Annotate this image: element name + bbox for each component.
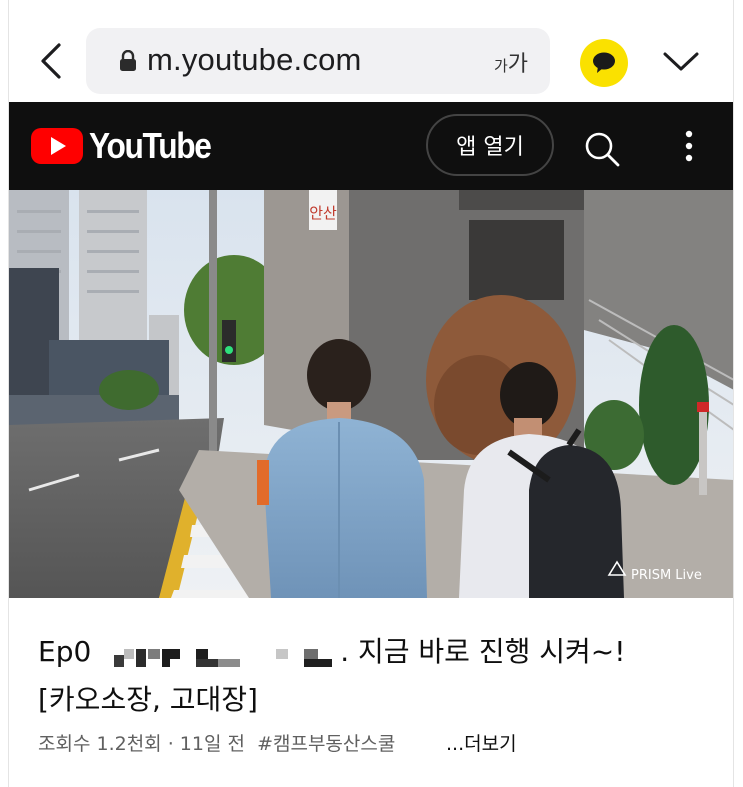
kakao-talk-icon <box>593 52 615 73</box>
title-prefix: Ep0 <box>38 635 92 668</box>
view-count: 조회수 1.2천회 <box>38 733 162 755</box>
shop-sign-text: 안산 <box>309 204 337 222</box>
address-bar[interactable]: m.youtube.com 가가 <box>86 28 550 94</box>
video-player[interactable]: 안산 PRISM Live <box>9 190 734 598</box>
browser-toolbar: m.youtube.com 가가 <box>9 0 734 102</box>
redacted-text <box>100 638 340 668</box>
video-thumbnail: 안산 PRISM Live <box>9 190 734 598</box>
search-icon[interactable] <box>582 129 622 169</box>
youtube-play-icon <box>31 128 83 164</box>
chevron-left-icon <box>41 43 61 79</box>
mobile-browser-screen: m.youtube.com 가가 YouTube 앱 열기 안산 PRISM L… <box>0 0 743 787</box>
text-size-big-label: 가 <box>507 52 528 77</box>
url-text: m.youtube.com <box>147 42 362 77</box>
video-meta: 조회수 1.2천회 · 11일 전 #캠프부동산스쿨 <box>38 729 395 756</box>
text-size-button[interactable]: 가가 <box>494 46 528 78</box>
hashtag-link[interactable]: #캠프부동산스쿨 <box>257 733 395 755</box>
show-more-link[interactable]: ...더보기 <box>446 729 517 756</box>
title-line-2: [카오소장, 고대장] <box>38 683 258 716</box>
chevron-down-icon <box>663 52 699 71</box>
lock-icon <box>120 50 136 71</box>
open-app-button[interactable]: 앱 열기 <box>426 114 554 176</box>
back-button[interactable] <box>31 38 71 84</box>
youtube-logo[interactable]: YouTube <box>31 125 227 166</box>
title-suffix: . 지금 바로 진행 시켜~! <box>340 635 626 668</box>
expand-button[interactable] <box>659 42 703 82</box>
prism-live-watermark: PRISM Live <box>631 568 702 583</box>
kakao-talk-button[interactable] <box>580 39 628 87</box>
more-vertical-icon[interactable] <box>677 126 701 166</box>
upload-age: 11일 전 <box>179 733 245 755</box>
youtube-logo-text: YouTube <box>89 125 212 166</box>
youtube-header: YouTube 앱 열기 <box>9 102 734 190</box>
meta-separator: · <box>161 733 180 755</box>
video-title[interactable]: Ep0 . 지금 바로 진행 시켜~! [카오소장, 고대장] <box>38 628 698 724</box>
text-size-small-label: 가 <box>493 57 508 75</box>
